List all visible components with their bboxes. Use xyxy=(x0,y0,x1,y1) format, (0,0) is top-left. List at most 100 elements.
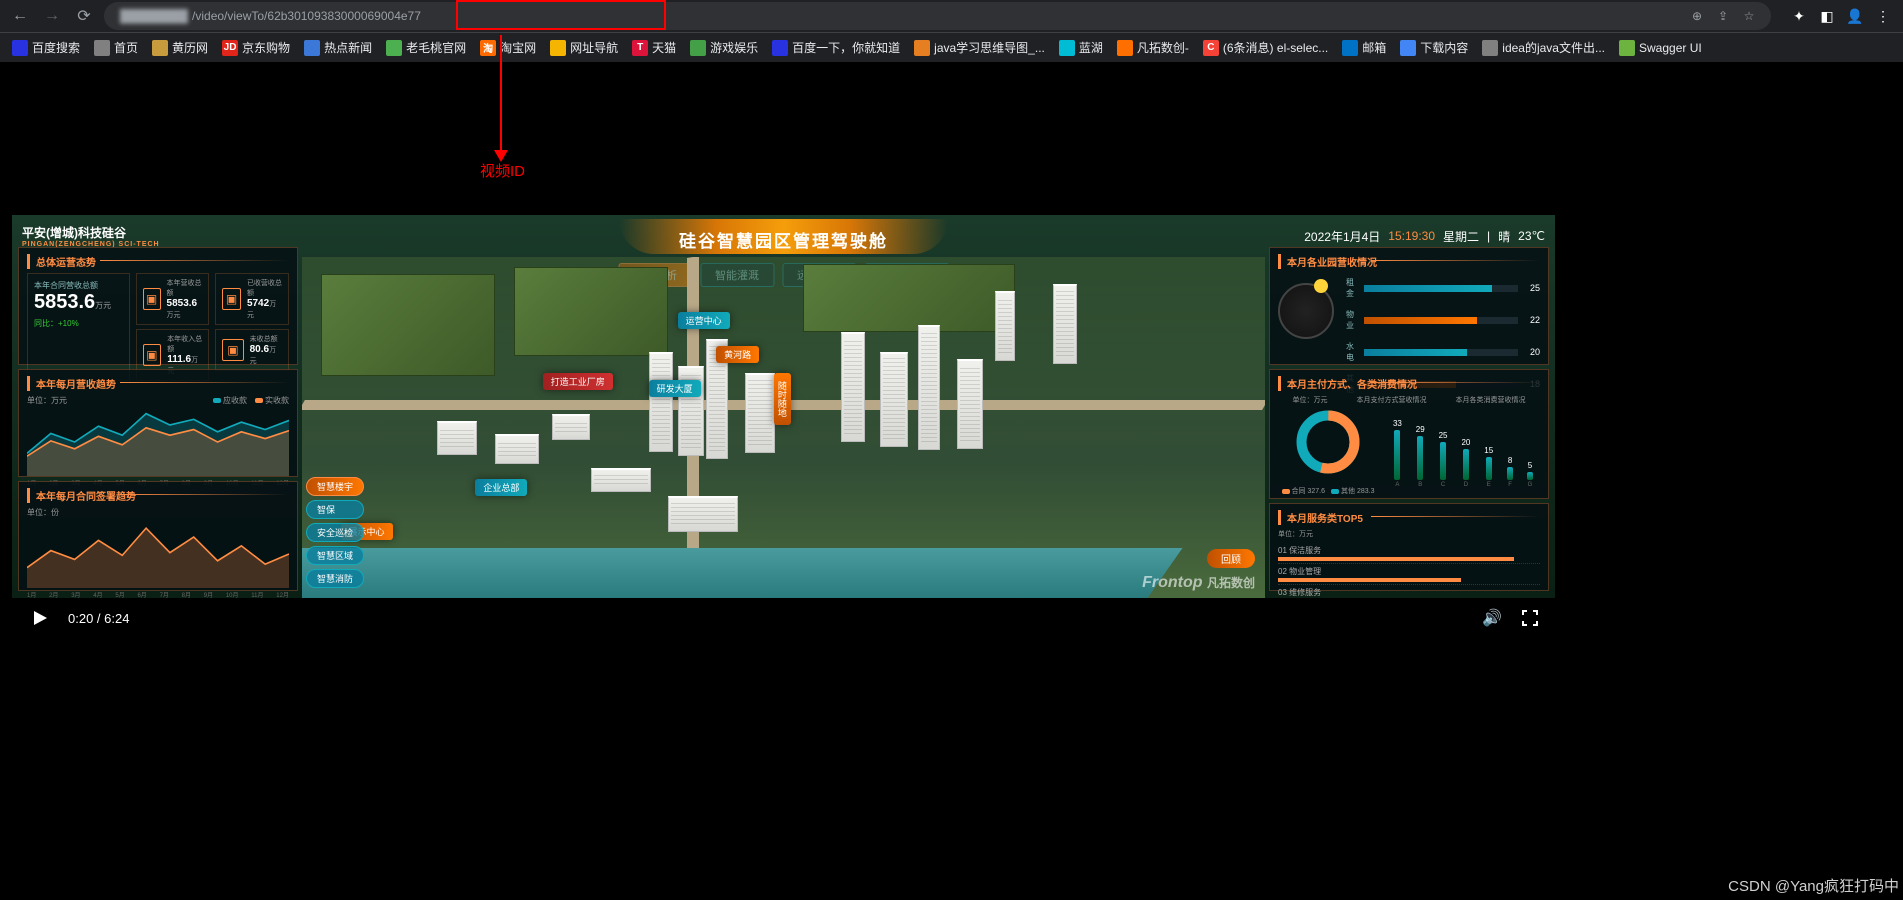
card-icon: ▣ xyxy=(143,344,162,366)
l1-card: ▣未收总额80.6万元 xyxy=(215,329,289,371)
bookmark-label: 热点新闻 xyxy=(324,39,372,56)
panel-overall-status: 总体运营态势 本年合同营收总额 5853.6万元 同比：+10% ▣本年营收总额… xyxy=(18,247,298,365)
url-path-prefix: /video/viewTo/ xyxy=(192,9,267,23)
review-button[interactable]: 回顾 xyxy=(1207,549,1255,568)
play-button[interactable] xyxy=(26,604,54,632)
reload-button[interactable]: ⟳ xyxy=(72,4,96,28)
menu-icon[interactable]: ⋮ xyxy=(1871,4,1895,28)
bookmark-item[interactable]: idea的java文件出... xyxy=(1478,37,1609,58)
bookmark-item[interactable]: 游戏娱乐 xyxy=(686,37,762,58)
fullscreen-icon[interactable] xyxy=(1519,607,1541,629)
bookmark-item[interactable]: 热点新闻 xyxy=(300,37,376,58)
city-side-buttons: 智慧楼宇智保安全巡检智慧区域智慧消防 xyxy=(306,477,364,588)
video-time: 0:20 / 6:24 xyxy=(68,611,129,626)
bookmark-label: java学习思维导图_... xyxy=(934,39,1045,56)
bookmark-item[interactable]: C(6条消息) el-selec... xyxy=(1199,37,1332,58)
l1-cards-1: ▣本年营收总额5853.6万元▣本年收入总额111.6万元 xyxy=(136,273,210,381)
browser-toolbar: ← → ⟳ ████████ /video/viewTo/62b30109383… xyxy=(0,0,1903,32)
bookmarks-bar: 百度搜索 首页黄历网 JD京东购物 热点新闻 老毛桃官网淘淘宝网 网址导航 T天猫 游戏娱乐 百… xyxy=(0,32,1903,62)
dash-time: 15:19:30 xyxy=(1388,229,1435,243)
city-side-button[interactable]: 安全巡检 xyxy=(306,523,364,542)
bookmark-item[interactable]: 淘淘宝网 xyxy=(476,37,540,58)
url-share-icon[interactable]: ⇪ xyxy=(1713,6,1733,26)
bookmark-favicon xyxy=(1482,40,1498,56)
bookmark-item[interactable]: JD京东购物 xyxy=(218,37,294,58)
bookmark-label: 邮箱 xyxy=(1362,39,1386,56)
bookmark-item[interactable]: T天猫 xyxy=(628,37,680,58)
r3-row: 03 维修服务 xyxy=(1278,585,1540,598)
dashboard: 平安(增城)科技硅谷 PINGAN(ZENGCHENG) SCI-TECH 硅谷… xyxy=(12,215,1555,598)
bookmark-label: 老毛桃官网 xyxy=(406,39,466,56)
avatar-icon[interactable]: 👤 xyxy=(1843,4,1867,28)
city-side-button[interactable]: 智慧消防 xyxy=(306,569,364,588)
bookmark-item[interactable]: 首页 xyxy=(90,37,142,58)
forward-button[interactable]: → xyxy=(40,4,64,28)
bookmark-label: 游戏娱乐 xyxy=(710,39,758,56)
bookmark-favicon xyxy=(386,40,402,56)
r2-bar: 8F xyxy=(1507,456,1513,487)
dash-date: 2022年1月4日 xyxy=(1304,228,1380,245)
dash-weather: 晴 xyxy=(1498,228,1510,245)
bookmark-item[interactable]: Swagger UI xyxy=(1615,38,1706,58)
bookmark-item[interactable]: 百度搜索 xyxy=(8,37,84,58)
label-dazhong: 打造工业厂房 xyxy=(543,373,613,390)
extensions-icon[interactable]: ✦ xyxy=(1787,4,1811,28)
bookmark-label: 网址导航 xyxy=(570,39,618,56)
bookmark-item[interactable]: 网址导航 xyxy=(546,37,622,58)
url-magnify-icon[interactable]: ⊕ xyxy=(1687,6,1707,26)
l1-cards-2: ▣已收营收总额5742万元▣未收总额80.6万元 xyxy=(215,273,289,381)
river xyxy=(302,548,1183,598)
city-side-button[interactable]: 智保 xyxy=(306,500,364,519)
l1-big-card: 本年合同营收总额 5853.6万元 同比：+10% xyxy=(27,273,130,381)
bookmark-label: Swagger UI xyxy=(1639,41,1702,55)
r3-row: 01 保洁服务 xyxy=(1278,543,1540,564)
video-player: 平安(增城)科技硅谷 PINGAN(ZENGCHENG) SCI-TECH 硅谷… xyxy=(12,215,1555,638)
panel-contract-trend: 本年每月合同签署趋势 单位：份 1月2月3月4月5月6月7月8月9月10月11月… xyxy=(18,481,298,591)
volume-icon[interactable]: 🔊 xyxy=(1481,607,1503,629)
browser-chrome: ← → ⟳ ████████ /video/viewTo/62b30109383… xyxy=(0,0,1903,62)
bookmark-item[interactable]: 邮箱 xyxy=(1338,37,1390,58)
url-star-icon[interactable]: ☆ xyxy=(1739,6,1759,26)
r1-bar-row: 物业22 xyxy=(1346,309,1540,331)
bookmark-favicon xyxy=(1619,40,1635,56)
bookmark-favicon xyxy=(772,40,788,56)
bookmark-favicon xyxy=(690,40,706,56)
logo-main: 平安(增城)科技硅谷 xyxy=(22,224,312,241)
city-side-button[interactable]: 智慧区域 xyxy=(306,546,364,565)
bookmark-label: 首页 xyxy=(114,39,138,56)
r1-bar-row: 租金25 xyxy=(1346,277,1540,299)
bookmark-item[interactable]: 下载内容 xyxy=(1396,37,1472,58)
video-control-bar: 0:20 / 6:24 🔊 xyxy=(12,598,1555,638)
address-bar[interactable]: ████████ /video/viewTo/62b30109383000069… xyxy=(104,2,1771,30)
panel-monthly-revenue: 本年每月营收趋势 单位：万元应收款实收款 1月2月3月4月5月6月7月8月9月1… xyxy=(18,369,298,477)
annotation-label: 视频ID xyxy=(480,160,525,181)
bookmark-item[interactable]: 蓝湖 xyxy=(1055,37,1107,58)
city-side-button[interactable]: 智慧楼宇 xyxy=(306,477,364,496)
panel-service-top5: 本月服务类TOP5 单位：万元 01 保洁服务02 物业管理03 维修服务04 … xyxy=(1269,503,1549,591)
bookmark-favicon xyxy=(914,40,930,56)
bookmark-item[interactable]: 老毛桃官网 xyxy=(382,37,470,58)
panel-icon[interactable]: ◧ xyxy=(1815,4,1839,28)
dashboard-title: 硅谷智慧园区管理驾驶舱 xyxy=(619,219,948,254)
bookmark-item[interactable]: java学习思维导图_... xyxy=(910,37,1049,58)
bookmark-label: 百度搜索 xyxy=(32,39,80,56)
annotation-line xyxy=(500,35,502,155)
label-suishi: 随时随地 xyxy=(774,373,791,425)
bookmark-item[interactable]: 黄历网 xyxy=(148,37,212,58)
r3-row: 02 物业管理 xyxy=(1278,564,1540,585)
bookmark-label: 下载内容 xyxy=(1420,39,1468,56)
bookmark-favicon: JD xyxy=(222,40,238,56)
r2-bars: 33A29B25C20D15E8F5G xyxy=(1386,412,1540,492)
r2-bar: 29B xyxy=(1416,425,1425,488)
bookmark-label: 天猫 xyxy=(652,39,676,56)
bookmark-item[interactable]: 百度一下，你就知道 xyxy=(768,37,904,58)
bookmark-label: 百度一下，你就知道 xyxy=(792,39,900,56)
bookmark-favicon xyxy=(550,40,566,56)
r2-bar: 33A xyxy=(1393,419,1402,488)
watermark: CSDN @Yang疯狂打码中 xyxy=(1728,875,1899,896)
bookmark-item[interactable]: 凡拓数创- xyxy=(1113,37,1193,58)
card-icon: ▣ xyxy=(143,288,161,310)
bookmark-favicon: T xyxy=(632,40,648,56)
bookmark-favicon xyxy=(12,40,28,56)
back-button[interactable]: ← xyxy=(8,4,32,28)
